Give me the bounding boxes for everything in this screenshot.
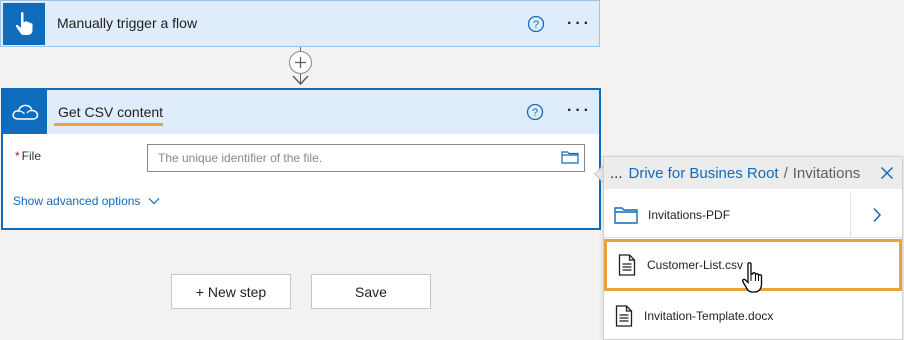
picker-item-folder[interactable]: Invitations-PDF	[604, 193, 902, 237]
picker-item-label: Invitations-PDF	[648, 208, 731, 222]
breadcrumb-root-link[interactable]: Drive for Busines Root	[629, 165, 779, 182]
breadcrumb-current: Invitations	[792, 164, 861, 182]
hand-cursor-icon	[741, 262, 763, 293]
action-card[interactable]: Get CSV content ? ··· * File The unique i…	[1, 88, 601, 230]
row-divider	[604, 237, 902, 238]
save-button[interactable]: Save	[311, 274, 431, 309]
folder-icon[interactable]	[561, 150, 579, 164]
document-icon	[604, 305, 644, 327]
file-label-text: File	[21, 149, 42, 163]
arrow-down-icon	[292, 75, 309, 86]
trigger-card[interactable]: Manually trigger a flow ? ···	[0, 0, 600, 47]
file-input[interactable]: The unique identifier of the file.	[147, 144, 585, 172]
document-icon	[607, 254, 647, 276]
show-advanced-options-link[interactable]: Show advanced options	[13, 194, 160, 208]
more-options-icon[interactable]: ···	[567, 103, 592, 119]
action-title: Get CSV content	[58, 104, 164, 120]
required-marker: *	[15, 149, 20, 163]
chevron-right-icon	[872, 207, 881, 223]
more-options-icon[interactable]: ···	[567, 16, 592, 32]
picker-item-file[interactable]: Invitation-Template.docx	[604, 294, 902, 338]
picker-breadcrumb: ... Drive for Busines Root / Invitations	[604, 157, 902, 189]
file-field-label: * File	[15, 149, 41, 163]
svg-text:?: ?	[532, 107, 538, 119]
advanced-options-label: Show advanced options	[13, 194, 141, 208]
breadcrumb-ellipsis[interactable]: ...	[610, 165, 623, 182]
new-step-button[interactable]: + New step	[171, 274, 291, 309]
plus-icon	[295, 57, 306, 68]
close-icon[interactable]	[880, 166, 894, 180]
folder-icon	[604, 205, 648, 225]
chevron-down-icon	[149, 198, 160, 205]
insert-step-button[interactable]	[289, 51, 312, 74]
file-picker-popup[interactable]: ... Drive for Busines Root / Invitations…	[603, 156, 903, 340]
touch-hand-icon	[3, 3, 45, 45]
open-folder-button[interactable]	[850, 193, 902, 237]
title-highlight-underline	[54, 123, 163, 126]
picker-item-label: Customer-List.csv	[647, 258, 744, 272]
svg-text:?: ?	[533, 19, 539, 31]
action-header[interactable]: Get CSV content ? ···	[3, 90, 599, 134]
picker-item-label: Invitation-Template.docx	[644, 309, 774, 323]
help-icon[interactable]: ?	[527, 15, 545, 33]
help-icon[interactable]: ?	[526, 103, 544, 121]
trigger-title: Manually trigger a flow	[57, 15, 198, 31]
breadcrumb-separator: /	[783, 164, 788, 182]
onedrive-cloud-icon	[3, 90, 47, 134]
